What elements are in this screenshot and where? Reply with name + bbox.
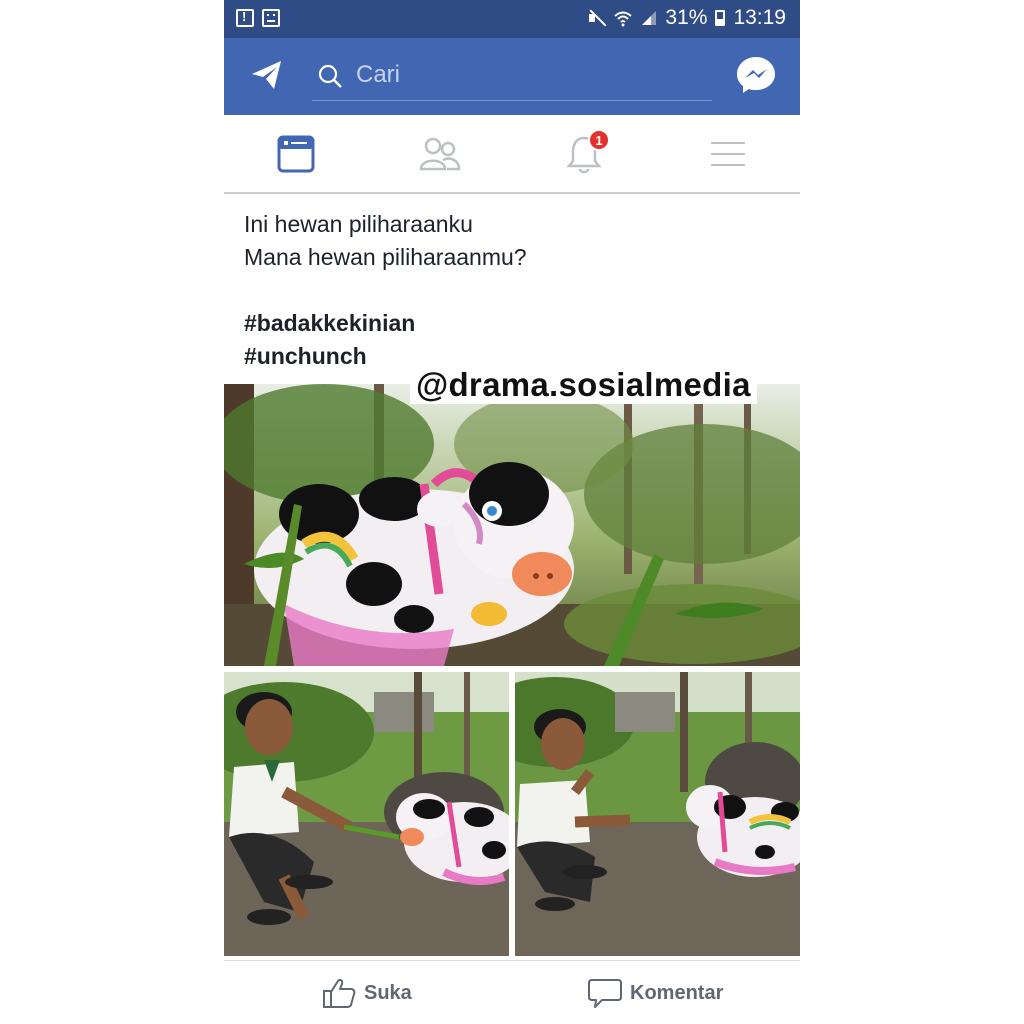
nav-tabs: 1 (224, 115, 800, 194)
status-right: 31% 13:19 (587, 6, 786, 30)
comment-button[interactable]: Komentar (588, 977, 723, 1009)
facebook-app-screen: 31% 13:19 (224, 0, 800, 1024)
comment-label: Komentar (630, 981, 724, 1004)
status-left-icons (236, 9, 280, 27)
like-button[interactable]: Suka (322, 977, 412, 1009)
search-bar[interactable] (312, 52, 712, 101)
post-text: Ini hewan piliharaanku Mana hewan piliha… (244, 208, 784, 373)
clock: 13:19 (733, 6, 786, 29)
like-label: Suka (364, 981, 412, 1004)
screenshot-icon (262, 9, 280, 27)
boy-eating-leaf-photo[interactable] (515, 672, 800, 956)
news-feed-icon (277, 135, 315, 172)
menu-icon (711, 141, 745, 166)
tab-menu[interactable] (656, 115, 800, 192)
send-icon[interactable] (250, 58, 284, 92)
app-bar (224, 38, 800, 115)
post-line: Mana hewan piliharaanmu? (244, 244, 527, 270)
wifi-icon (614, 11, 633, 27)
post-line: Ini hewan piliharaanku (244, 211, 473, 237)
search-input[interactable] (356, 60, 696, 90)
battery-icon (715, 10, 726, 26)
status-bar: 31% 13:19 (224, 0, 800, 38)
hashtag-link[interactable]: #badakkekinian (244, 307, 784, 340)
messenger-icon[interactable] (736, 55, 776, 95)
tab-news-feed[interactable] (224, 115, 368, 192)
thumbs-up-icon (323, 979, 356, 1008)
search-icon (318, 64, 342, 88)
notification-badge: 1 (588, 129, 610, 151)
signal-icon (642, 11, 657, 25)
mute-icon (587, 9, 605, 27)
cow-balloon-photo[interactable] (224, 384, 800, 666)
comment-icon (588, 979, 622, 1008)
boy-feeding-balloon-photo[interactable] (224, 672, 509, 956)
post-actions: Suka Komentar (224, 960, 800, 1024)
tab-friends[interactable] (368, 115, 512, 192)
friends-icon (419, 137, 461, 170)
alert-icon (236, 9, 254, 27)
watermark-text: @drama.sosialmedia (410, 366, 757, 404)
battery-percent: 31% (665, 6, 708, 29)
tab-notifications[interactable] (512, 115, 656, 192)
